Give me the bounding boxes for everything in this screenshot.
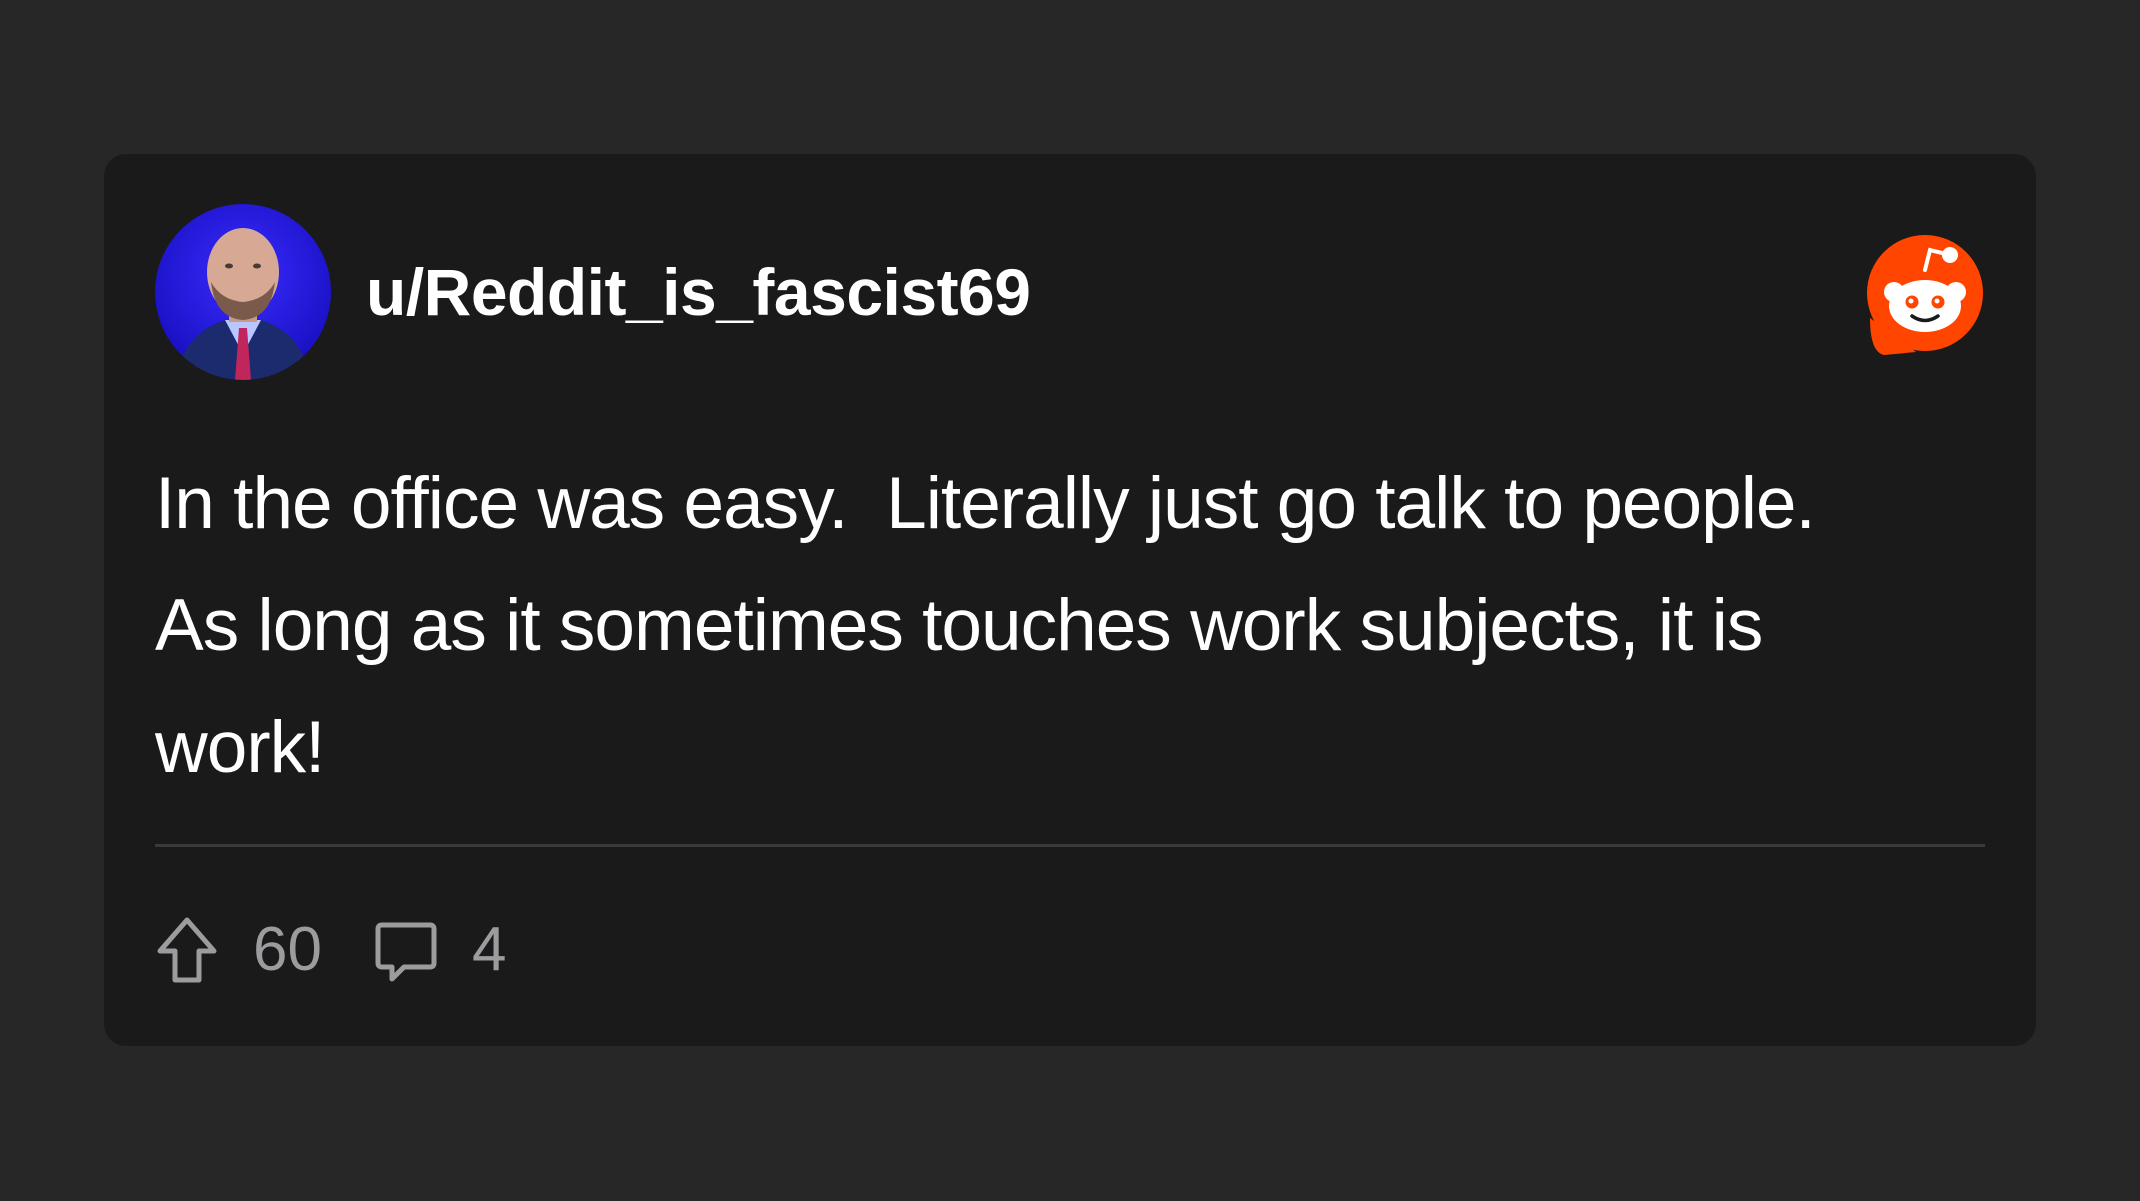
comment-count: 4	[471, 915, 507, 984]
reddit-logo-icon	[1864, 234, 1986, 356]
post-actions: 60 4	[155, 910, 506, 990]
avatar[interactable]	[155, 204, 331, 380]
divider	[155, 844, 1985, 847]
post-card: u/Reddit_is_fascist69 In the office was …	[104, 154, 2036, 1046]
upvote-arrow-icon[interactable]	[155, 915, 219, 985]
username[interactable]: u/Reddit_is_fascist69	[366, 252, 1031, 332]
comment-bubble-icon[interactable]	[374, 915, 438, 985]
post-body: In the office was easy. Literally just g…	[155, 463, 1816, 788]
upvote-count: 60	[253, 915, 322, 984]
